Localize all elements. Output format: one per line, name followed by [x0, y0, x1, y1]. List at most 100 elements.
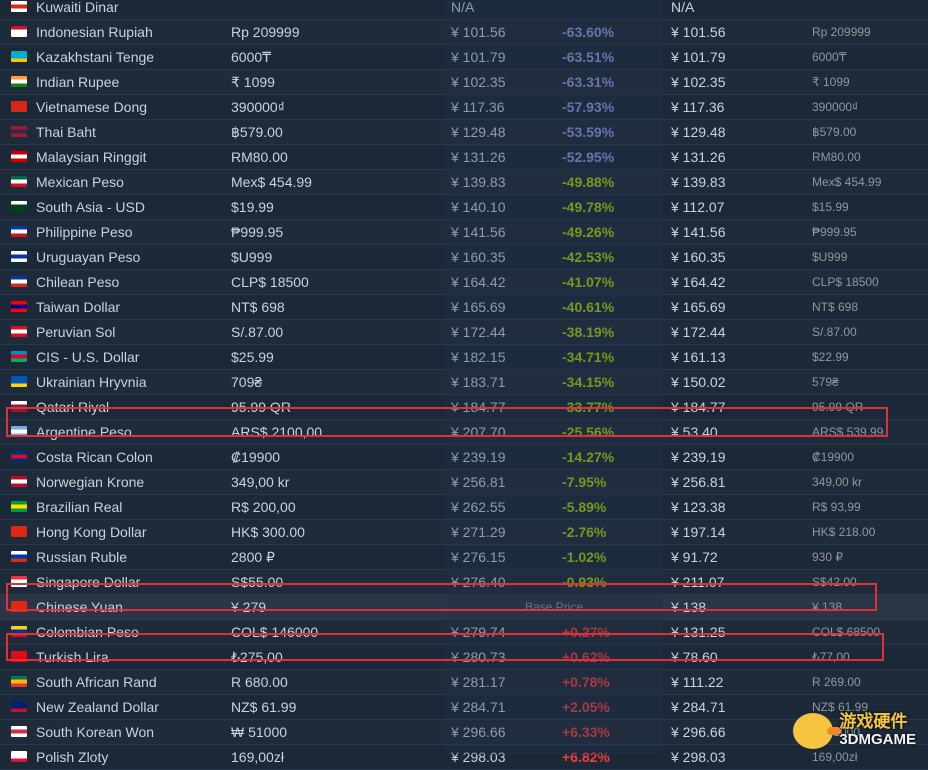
table-row[interactable]: Mexican Peso Mex$ 454.99 ¥ 139.83 -49.88% ¥ … — [0, 170, 928, 195]
local-price: ₱999.95 — [231, 224, 284, 240]
table-row[interactable]: Thai Baht ฿579.00 ¥ 129.48 -53.59% ¥ 129.48 ฿… — [0, 120, 928, 145]
table-row[interactable]: Brazilian Real R$ 200,00 ¥ 262.55 -5.89% ¥ 1… — [0, 495, 928, 520]
table-row[interactable]: Argentine Peso ARS$ 2100,00 ¥ 207.70 -25.56… — [0, 420, 928, 445]
table-row[interactable]: South Asia - USD $19.99 ¥ 140.10 -49.78% ¥ 1… — [0, 195, 928, 220]
table-row[interactable]: Colombian Peso COL$ 146000 ¥ 279.74 +0.27% ¥… — [0, 620, 928, 645]
price-difference: -42.53% — [562, 249, 615, 265]
flag-icon — [11, 676, 27, 687]
table-row[interactable]: South Korean Won ₩ 51000 ¥ 296.66 +6.33% ¥ 2… — [0, 720, 928, 745]
table-row[interactable]: Indian Rupee ₹ 1099 ¥ 102.35 -63.31% ¥ 102.3… — [0, 70, 928, 95]
converted-price: ¥ 184.77 — [451, 399, 506, 415]
currency-name: Brazilian Real — [36, 499, 123, 515]
flag-icon — [11, 351, 27, 362]
converted-price: ¥ 280.73 — [451, 649, 506, 665]
original-local-price: NT$ 698 — [812, 300, 859, 314]
table-row[interactable]: Singapore Dollar S$55.00 ¥ 276.40 -0.93% ¥ 2… — [0, 570, 928, 595]
currency-name: Thai Baht — [36, 124, 96, 140]
table-row[interactable]: Ukrainian Hryvnia 709₴ ¥ 183.71 -34.15% ¥ 15… — [0, 370, 928, 395]
converted-price: ¥ 276.40 — [451, 574, 506, 590]
table-row[interactable]: Kuwaiti Dinar N/A N/A — [0, 0, 928, 20]
currency-name: Turkish Lira — [36, 649, 109, 665]
table-row[interactable]: Qatari Riyal 95.99 QR ¥ 184.77 -33.77% ¥ 184… — [0, 395, 928, 420]
original-local-price: ¥ 138 — [812, 600, 843, 614]
currency-name: Indian Rupee — [36, 74, 120, 90]
table-row[interactable]: Polish Zloty 169,00zł ¥ 298.03 +6.82% ¥ 298.… — [0, 745, 928, 770]
local-price: 6000₸ — [231, 49, 272, 65]
table-row[interactable]: South African Rand R 680.00 ¥ 281.17 +0.78%… — [0, 670, 928, 695]
local-price: ฿579.00 — [231, 124, 283, 140]
local-price: HK$ 300.00 — [231, 524, 305, 540]
local-price: ₹ 1099 — [231, 74, 275, 90]
watermark: 游戏硬件 3DMGAME — [793, 713, 916, 749]
sale-price: ¥ 131.26 — [671, 149, 726, 165]
table-row[interactable]: Costa Rican Colon ₡19900 ¥ 239.19 -14.27% ¥ … — [0, 445, 928, 470]
local-price: ¥ 279 — [231, 599, 267, 615]
table-row[interactable]: Taiwan Dollar NT$ 698 ¥ 165.69 -40.61% ¥ 165… — [0, 295, 928, 320]
price-difference: -63.60% — [562, 24, 615, 40]
table-row[interactable]: Norwegian Krone 349,00 kr ¥ 256.81 -7.95% ¥ … — [0, 470, 928, 495]
currency-name: Ukrainian Hryvnia — [36, 374, 147, 390]
table-row[interactable]: Russian Ruble 2800 ₽ ¥ 276.15 -1.02% ¥ 91.72… — [0, 545, 928, 570]
price-difference: +0.78% — [562, 674, 610, 690]
converted-price: ¥ 165.69 — [451, 299, 506, 315]
table-row[interactable]: Chilean Peso CLP$ 18500 ¥ 164.42 -41.07% ¥ 1… — [0, 270, 928, 295]
converted-price: ¥ 101.56 — [451, 24, 506, 40]
sale-price: ¥ 129.48 — [671, 124, 726, 140]
watermark-top: 游戏硬件 — [839, 712, 908, 731]
converted-price: ¥ 101.79 — [451, 49, 506, 65]
table-row[interactable]: Uruguayan Peso $U999 ¥ 160.35 -42.53% ¥ 160.… — [0, 245, 928, 270]
sale-price: ¥ 123.38 — [671, 499, 726, 515]
converted-price: ¥ 239.19 — [451, 449, 506, 465]
flag-icon — [11, 276, 27, 287]
flag-icon — [11, 726, 27, 737]
table-row[interactable]: Philippine Peso ₱999.95 ¥ 141.56 -49.26% ¥ 1… — [0, 220, 928, 245]
flag-icon — [11, 751, 27, 762]
sale-price: ¥ 161.13 — [671, 349, 726, 365]
flag-icon — [11, 1, 27, 12]
local-price: S$55.00 — [231, 574, 284, 590]
table-row[interactable]: Indonesian Rupiah Rp 209999 ¥ 101.56 -63.60… — [0, 20, 928, 45]
table-row[interactable]: Peruvian Sol S/.87.00 ¥ 172.44 -38.19% ¥ 172… — [0, 320, 928, 345]
flag-icon — [11, 401, 27, 412]
converted-price: ¥ 139.83 — [451, 174, 506, 190]
table-row[interactable]: New Zealand Dollar NZ$ 61.99 ¥ 284.71 +2.05… — [0, 695, 928, 720]
currency-name: Costa Rican Colon — [36, 449, 153, 465]
original-local-price: ₹ 1099 — [812, 75, 850, 89]
sale-price: ¥ 298.03 — [671, 749, 726, 765]
currency-name: Indonesian Rupiah — [36, 24, 153, 40]
currency-name: Malaysian Ringgit — [36, 149, 147, 165]
flag-icon — [11, 576, 27, 587]
sale-price: ¥ 78.60 — [671, 649, 718, 665]
table-row[interactable]: Kazakhstani Tenge 6000₸ ¥ 101.79 -63.51% ¥ 1… — [0, 45, 928, 70]
flag-icon — [11, 26, 27, 37]
flag-icon — [11, 651, 27, 662]
table-row[interactable]: Turkish Lira ₺275,00 ¥ 280.73 +0.62% ¥ 78.60… — [0, 645, 928, 670]
duck-logo-icon — [793, 713, 842, 749]
table-row[interactable]: Vietnamese Dong 390000₫ ¥ 117.36 -57.93% ¥ 1… — [0, 95, 928, 120]
local-price: R$ 200,00 — [231, 499, 296, 515]
price-difference: -63.51% — [562, 49, 615, 65]
table-row[interactable]: Chinese Yuan ¥ 279 ¥ 138 ¥ 138 Base Price — [0, 595, 928, 620]
price-difference: +6.33% — [562, 724, 610, 740]
table-row[interactable]: Hong Kong Dollar HK$ 300.00 ¥ 271.29 -2.76%… — [0, 520, 928, 545]
price-difference: -25.56% — [562, 424, 615, 440]
currency-name: South African Rand — [36, 674, 157, 690]
price-difference: -14.27% — [562, 449, 615, 465]
price-difference: +6.82% — [562, 749, 610, 765]
price-difference: -5.89% — [562, 499, 607, 515]
price-difference: -1.02% — [562, 549, 607, 565]
table-row[interactable]: Malaysian Ringgit RM80.00 ¥ 131.26 -52.95% ¥… — [0, 145, 928, 170]
sale-price: ¥ 138 — [671, 599, 707, 615]
converted-price: ¥ 279.74 — [451, 624, 506, 640]
local-price: 95.99 QR — [231, 399, 291, 415]
price-difference: +0.62% — [562, 649, 610, 665]
currency-name: Argentine Peso — [36, 424, 132, 440]
flag-icon — [11, 601, 27, 612]
converted-price: ¥ 160.35 — [451, 249, 506, 265]
currency-name: New Zealand Dollar — [36, 699, 159, 715]
converted-price: ¥ 284.71 — [451, 699, 506, 715]
sale-price: ¥ 165.69 — [671, 299, 726, 315]
original-local-price: COL$ 68500 — [812, 625, 881, 639]
table-row[interactable]: CIS - U.S. Dollar $25.99 ¥ 182.15 -34.71% ¥ … — [0, 345, 928, 370]
local-price: NZ$ 61.99 — [231, 699, 297, 715]
